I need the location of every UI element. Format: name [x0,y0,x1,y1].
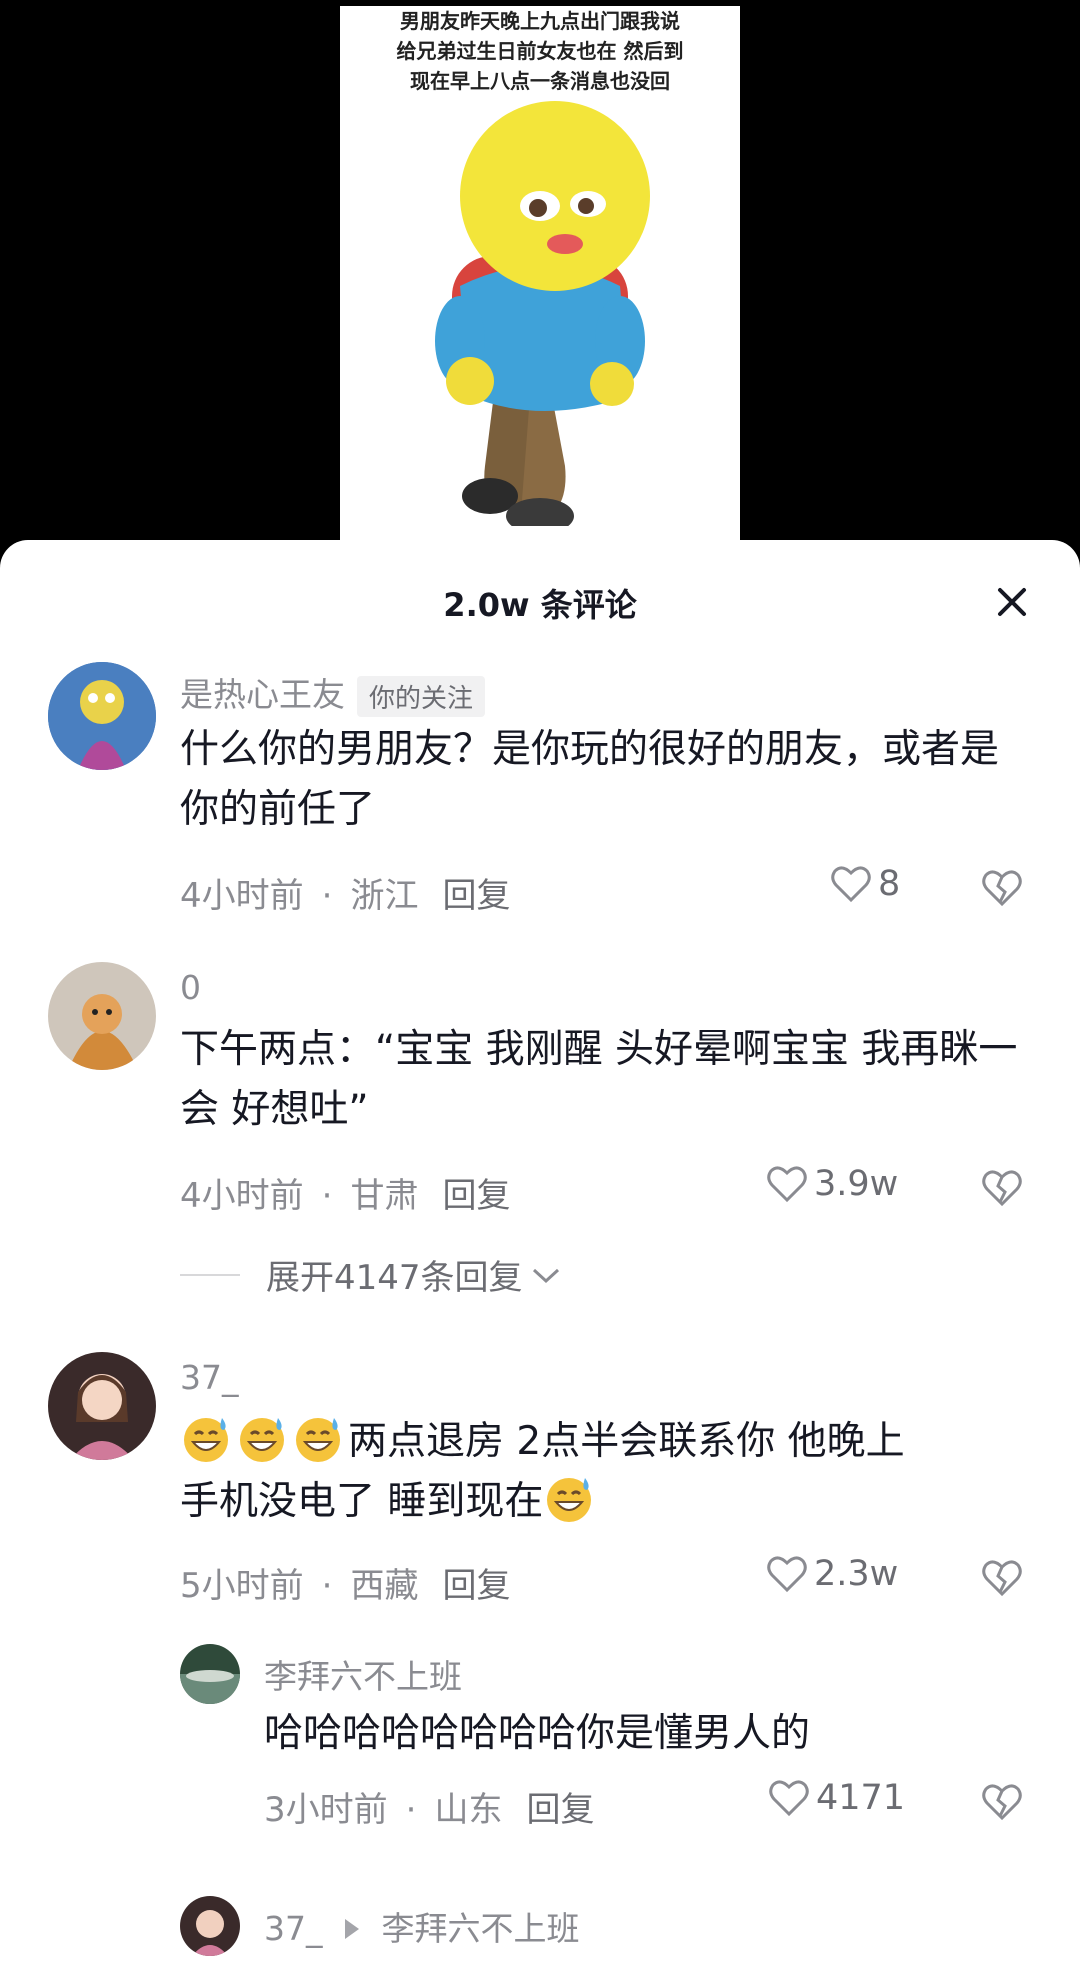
comment-text-line: 手机没电了 睡到现在 [180,1479,544,1524]
comment-username[interactable]: 37_ [180,1358,239,1397]
sweat-grin-emoji-icon [184,1418,228,1462]
comment-text: 下午两点：“宝宝 我刚醒 头好晕啊宝宝 我再眯一会 好想吐” [180,1027,1018,1132]
following-tag: 你的关注 [357,676,486,717]
reply-username[interactable]: 李拜六不上班 [264,1650,462,1698]
comment-meta: 5小时前 · 西藏 回复 [180,1558,510,1607]
reply-time: 3小时前 [264,1790,388,1830]
like-count: 3.9w [814,1164,899,1204]
sweat-grin-emoji-icon [547,1478,592,1522]
comment-text: 什么你的男朋友？是你玩的很好的朋友，或者是你的前任了 [180,727,1000,832]
separator-dot: · [321,876,333,916]
close-icon[interactable] [992,582,1032,622]
avatar[interactable] [180,1896,240,1956]
dislike-icon[interactable] [980,1556,1024,1600]
caption-line: 男朋友昨天晚上九点出门跟我说 [400,9,680,33]
reply-button[interactable]: 回复 [442,876,510,916]
separator-dot: · [321,1566,333,1606]
reply-target[interactable]: 李拜六不上班 [382,1909,580,1948]
reply-button[interactable]: 回复 [442,1566,510,1606]
comment-username[interactable]: 0 [180,968,201,1007]
heart-icon [831,866,871,903]
avatar[interactable] [48,1352,156,1460]
like-button[interactable]: 3.9w [766,1164,898,1204]
video-player[interactable]: 男朋友昨天晚上九点出门跟我说 给兄弟过生日前女友也在 然后到 现在早上八点一条消… [340,6,740,566]
dislike-icon[interactable] [980,866,1024,910]
reply-button[interactable]: 回复 [526,1790,594,1830]
caption-line: 给兄弟过生日前女友也在 然后到 [396,39,684,63]
comment-username[interactable]: 是热心王友 你的关注 [180,668,486,717]
separator-dot: · [405,1790,417,1830]
avatar[interactable] [48,662,156,770]
reply-arrow-icon [345,1919,359,1939]
heart-icon [767,1166,807,1203]
sweat-grin-emoji-icon [240,1418,284,1462]
video-caption: 男朋友昨天晚上九点出门跟我说 给兄弟过生日前女友也在 然后到 现在早上八点一条消… [340,6,740,96]
reply-text: 哈哈哈哈哈哈哈哈你是懂男人的 [264,1711,811,1756]
expand-replies-label: 展开4147条回复 [266,1258,523,1298]
like-count: 8 [878,864,901,904]
comment-location: 西藏 [350,1566,419,1606]
sweat-grin-emoji-icon [296,1418,340,1462]
like-button[interactable]: 2.3w [766,1554,898,1594]
divider-line [180,1273,240,1276]
chevron-down-icon [532,1268,559,1283]
reply-location: 山东 [434,1790,503,1830]
expand-replies-button[interactable]: 展开4147条回复 [180,1250,563,1299]
dislike-icon[interactable] [980,1780,1024,1824]
comment-time: 4小时前 [180,1176,304,1216]
comment-location: 甘肃 [350,1176,419,1216]
comment-meta: 4小时前 · 浙江 回复 [180,868,510,917]
comment-time: 5小时前 [180,1566,304,1606]
comment-meta: 4小时前 · 甘肃 回复 [180,1168,510,1217]
reply-meta: 3小时前 · 山东 回复 [264,1782,594,1831]
like-count: 4171 [816,1778,906,1818]
avatar[interactable] [48,962,156,1070]
heart-icon [769,1780,809,1817]
separator-dot: · [321,1176,333,1216]
comment-text: 两点退房 2点半会联系你 他晚上 手机没电了 睡到现在 [180,1412,1040,1532]
comments-sheet: 2.0w 条评论 是热心王友 你的关注 什么你的男朋友？是你玩的很好的朋友，或者是… [0,540,1080,1980]
cartoon-character-illustration [435,101,650,526]
reply-username: 37_ 李拜六不上班 [264,1902,580,1950]
heart-icon [767,1556,807,1593]
comment-location: 浙江 [350,876,419,916]
dislike-icon[interactable] [980,1166,1024,1210]
video-area[interactable]: 男朋友昨天晚上九点出门跟我说 给兄弟过生日前女友也在 然后到 现在早上八点一条消… [0,0,1080,566]
like-count: 2.3w [814,1554,899,1594]
reply-button[interactable]: 回复 [442,1176,510,1216]
comment-text-line: 两点退房 2点半会联系你 他晚上 [348,1419,905,1464]
like-button[interactable]: 8 [830,864,900,904]
comment-time: 4小时前 [180,876,304,916]
comments-count-title: 2.0w 条评论 [443,586,637,624]
username-text[interactable]: 是热心王友 [180,675,345,714]
reply-author[interactable]: 37_ [264,1909,323,1948]
comments-header: 2.0w 条评论 [0,540,1080,660]
like-button[interactable]: 4171 [768,1778,905,1818]
avatar[interactable] [180,1644,240,1704]
